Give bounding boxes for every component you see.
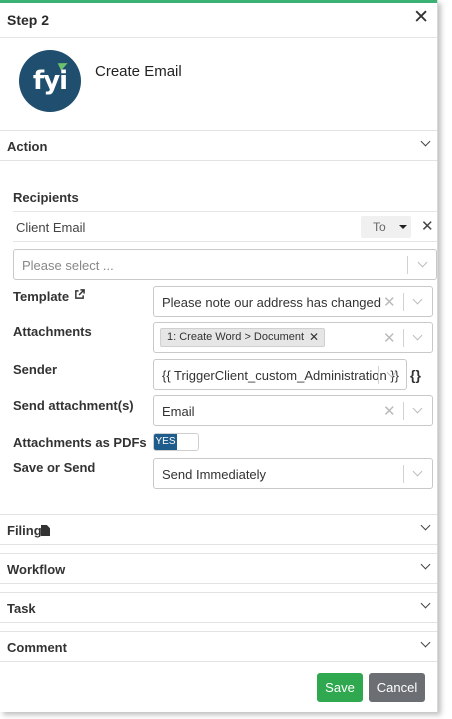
template-value: Please note our address has changed [162,295,381,310]
chevron-down-icon [412,294,423,305]
fyi-logo: fyi [19,50,81,112]
recipient-row: Client Email To ✕ [13,211,437,242]
section-workflow[interactable]: Workflow [0,553,437,584]
section-task-label: Task [7,601,36,616]
step-panel: Step 2 ✕ fyi Create Email Action Recipie… [0,0,438,712]
external-link-icon[interactable] [74,289,85,300]
panel-header: Step 2 ✕ [0,3,437,38]
section-task[interactable]: Task [0,592,437,623]
remove-tag-icon[interactable]: ✕ [309,329,319,346]
attachments-as-pdfs-label: Attachments as PDFs [13,435,147,450]
select-divider [403,402,404,420]
recipient-select[interactable]: Please select ... [13,249,437,280]
select-divider [407,256,408,274]
chevron-down-icon [417,257,428,268]
save-or-send-value: Send Immediately [162,467,267,482]
select-divider [403,465,404,483]
chevron-down-icon [420,598,431,609]
variables-icon[interactable]: {} [410,367,421,383]
attachment-tag: 1: Create Word > Document ✕ [160,328,326,347]
step-name: Create Email [95,63,182,80]
chevron-down-icon [420,136,431,147]
remove-recipient-icon[interactable]: ✕ [421,217,434,235]
attachments-label: Attachments [13,324,92,339]
cancel-button[interactable]: Cancel [369,673,425,702]
logo-text: fyi [32,66,68,96]
attachments-select[interactable]: 1: Create Word > Document ✕ ✕ [153,322,433,353]
recipient-type-value: To [373,220,386,234]
clear-icon[interactable]: ✕ [383,293,396,311]
toggle-on-label: YES [154,434,177,450]
save-or-send-select[interactable]: Send Immediately [153,458,433,489]
chevron-down-icon [412,403,423,414]
send-attachments-label: Send attachment(s) [13,398,134,413]
recipient-type-dropdown[interactable]: To [361,216,411,238]
save-button[interactable]: Save [317,673,363,702]
recipient-name: Client Email [16,220,86,235]
template-select[interactable]: Please note our address has changed ✕ [153,286,433,317]
save-or-send-label: Save or Send [13,460,96,475]
chevron-down-icon [420,520,431,531]
clear-icon[interactable]: ✕ [383,402,396,420]
select-divider [378,366,379,384]
recipients-label: Recipients [13,190,79,205]
panel-title: Step 2 [7,12,50,28]
send-attachments-select[interactable]: Email ✕ [153,395,433,426]
caret-down-icon [399,225,407,229]
attachment-tag-label: 1: Create Word > Document [167,331,305,343]
chevron-down-icon [412,330,423,341]
clear-icon[interactable]: ✕ [383,329,396,347]
send-attachments-value: Email [162,404,195,419]
section-filing[interactable]: Filing [0,514,437,545]
section-action-label: Action [7,139,48,154]
attachments-as-pdfs-toggle[interactable]: YES [153,433,199,451]
section-filing-label: Filing [7,523,42,538]
chevron-down-icon [412,466,423,477]
section-action[interactable]: Action [0,130,437,161]
template-label: Template [13,289,70,304]
close-icon[interactable]: ✕ [413,8,429,28]
chevron-down-icon [420,559,431,570]
select-divider [403,293,404,311]
chevron-down-icon [420,637,431,648]
select-divider [403,329,404,347]
section-comment[interactable]: Comment [0,631,437,662]
recipient-select-placeholder: Please select ... [22,258,114,273]
sender-select[interactable]: {{ TriggerClient_custom_Administration }… [153,359,407,390]
sender-value: {{ TriggerClient_custom_Administration }… [162,368,400,383]
sender-label: Sender [13,362,58,377]
section-workflow-label: Workflow [7,562,66,577]
section-comment-label: Comment [7,640,67,655]
